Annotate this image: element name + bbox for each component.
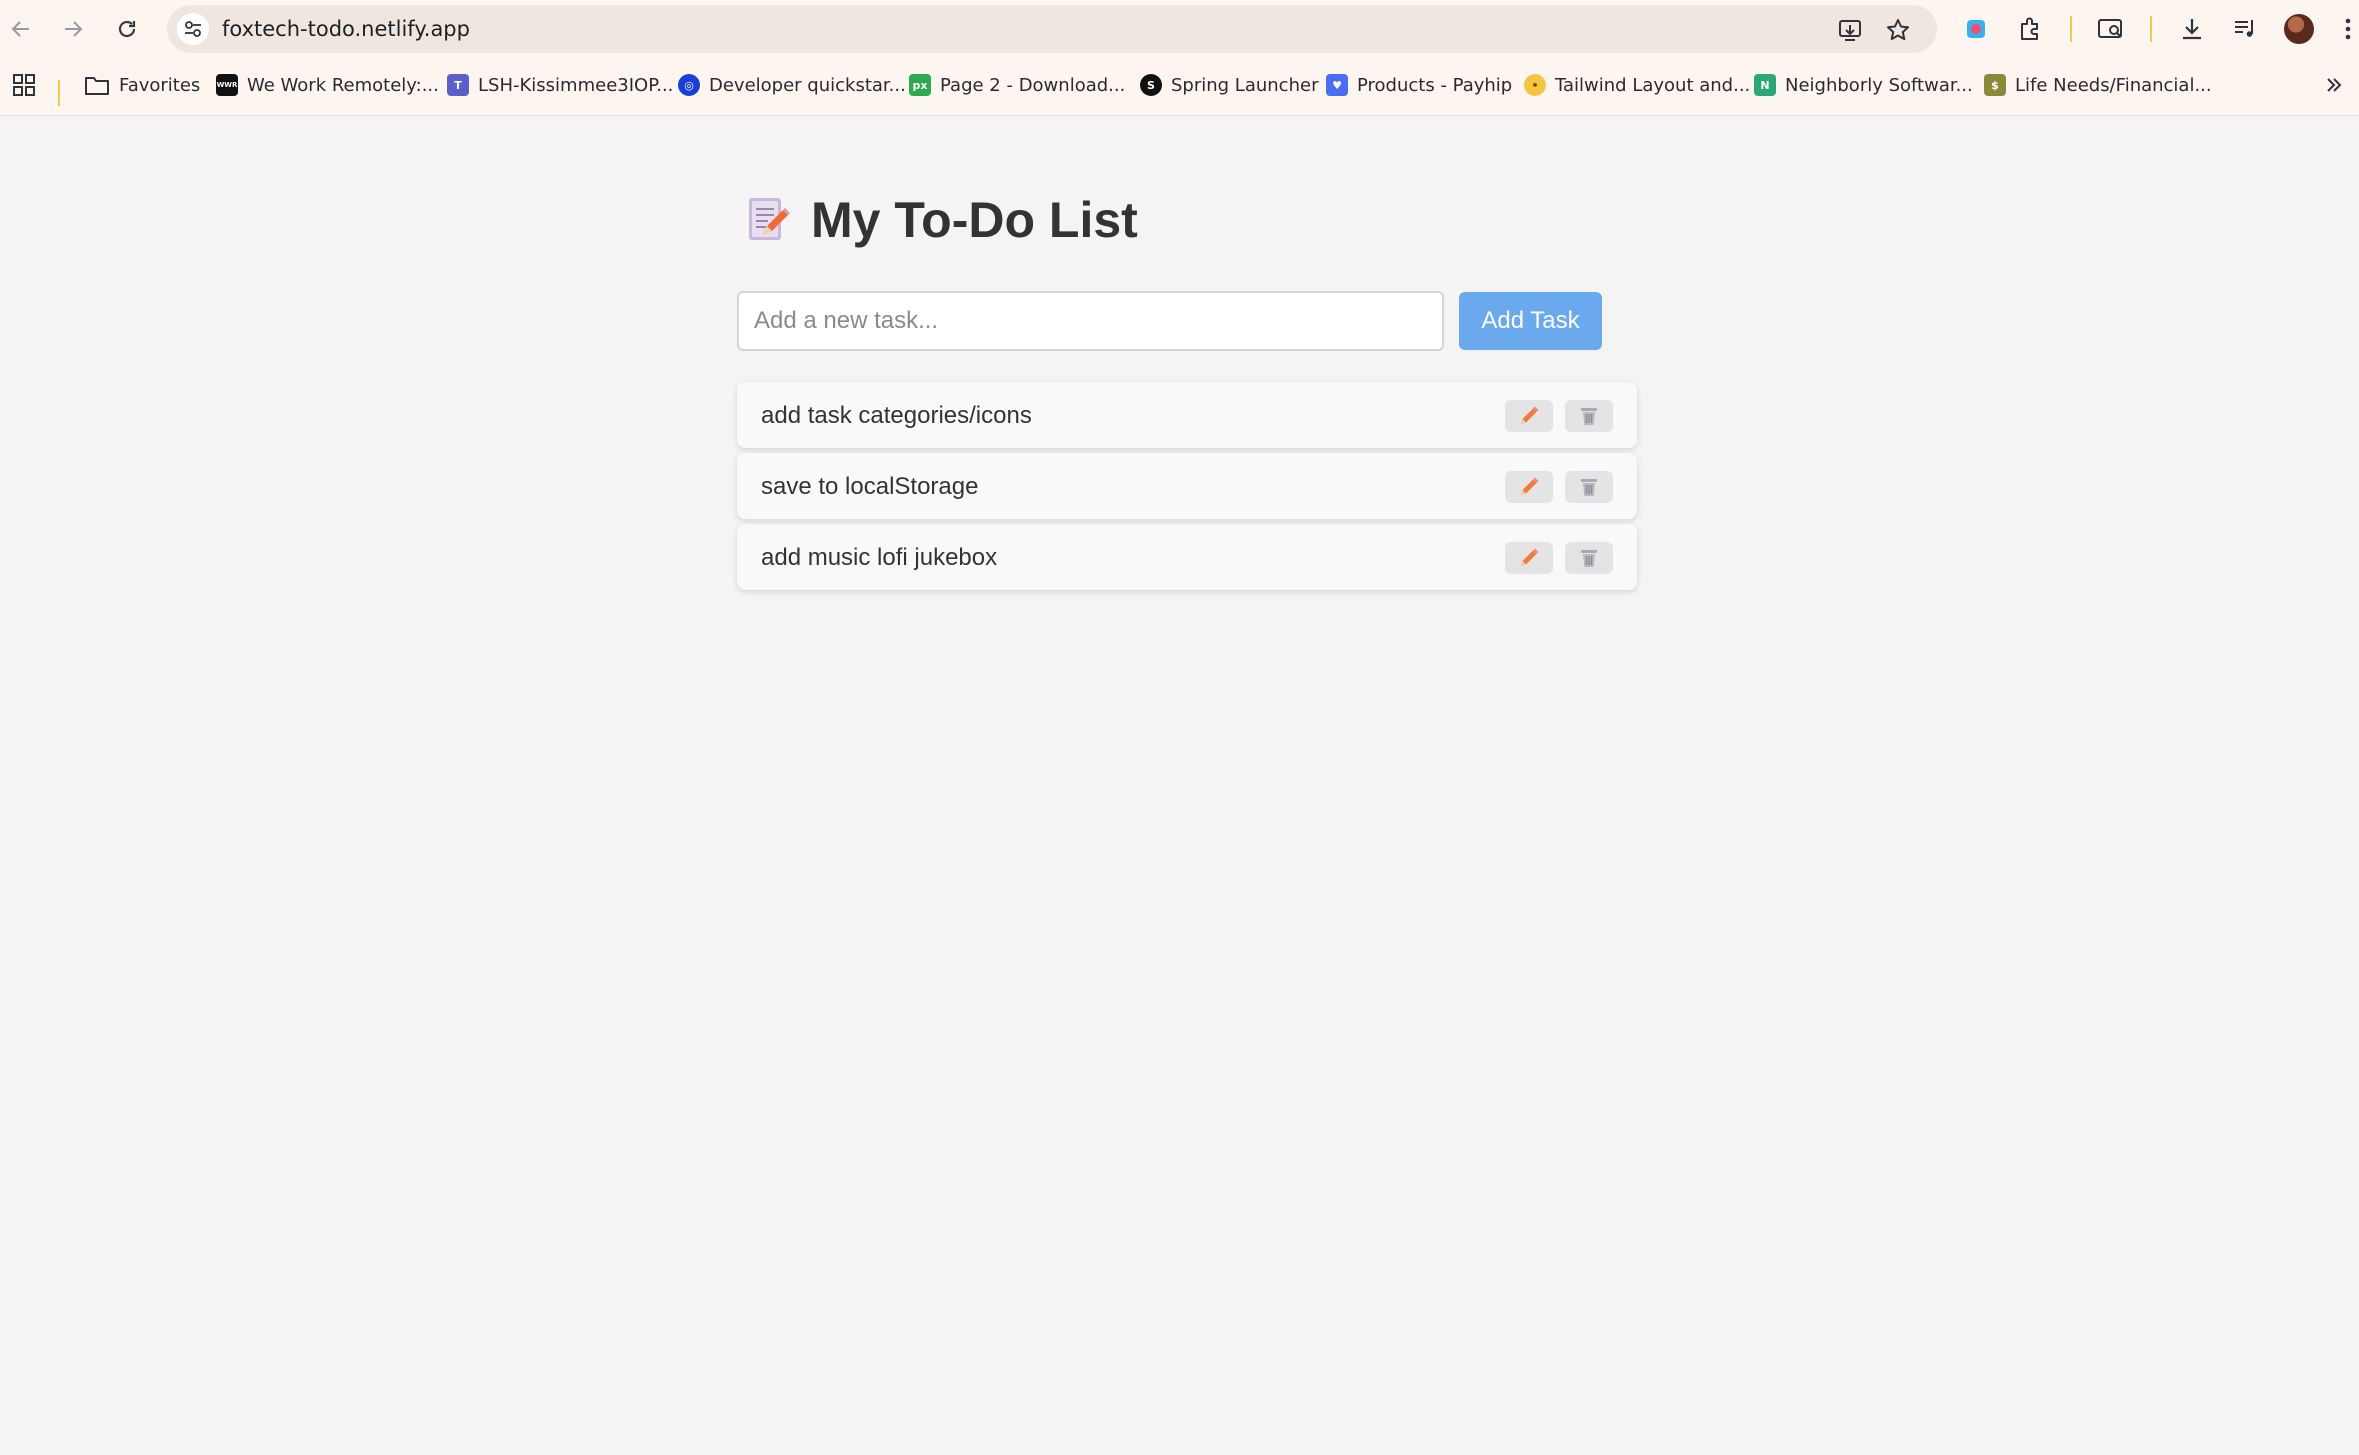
bookmark-label: Tailwind Layout and...: [1555, 74, 1751, 96]
toolbar-separator: [2150, 16, 2152, 42]
reload-button[interactable]: [109, 11, 145, 47]
bookmark-page-2-download[interactable]: px Page 2 - Download...: [909, 70, 1125, 100]
px-icon: px: [909, 74, 931, 96]
bookmark-lsh-kissimmee[interactable]: T LSH-Kissimmee3IOP...: [447, 70, 673, 100]
bookmark-we-work-remotely[interactable]: WWR We Work Remotely:...: [216, 70, 439, 100]
delete-task-button[interactable]: [1565, 400, 1613, 432]
bookmarks-bar: Favorites WWR We Work Remotely:... T LSH…: [0, 62, 2359, 108]
toolbar-separator: [2070, 16, 2072, 42]
edit-task-button[interactable]: [1505, 542, 1553, 574]
neighborly-icon: N: [1754, 74, 1776, 96]
media-controls-icon[interactable]: [2229, 13, 2261, 45]
bookmark-label: Favorites: [119, 74, 201, 96]
bookmark-label: Developer quickstar...: [709, 74, 906, 96]
browser-toolbar: foxtech-todo.netlify.app: [0, 0, 2359, 58]
teams-icon: T: [447, 74, 469, 96]
bookmark-neighborly-software[interactable]: N Neighborly Softwar...: [1754, 70, 1973, 100]
task-item: save to localStorage: [737, 453, 1637, 519]
memo-icon: [745, 195, 791, 245]
spring-icon: S: [1140, 74, 1162, 96]
task-item: add task categories/icons: [737, 382, 1637, 448]
add-task-button[interactable]: Add Task: [1459, 292, 1602, 350]
site-info-button[interactable]: [177, 13, 209, 45]
header: My To-Do List: [745, 190, 1138, 250]
bookmark-favorites[interactable]: Favorites: [84, 70, 200, 100]
extension-record-icon[interactable]: [1960, 13, 1992, 45]
pencil-icon: [1521, 477, 1539, 495]
pencil-icon: [1521, 406, 1539, 424]
downloads-icon[interactable]: [2176, 13, 2208, 45]
bookmark-label: Life Needs/Financial...: [2015, 74, 2212, 96]
forward-button[interactable]: [55, 11, 91, 47]
developer-icon: ◎: [678, 74, 700, 96]
bookmark-spring-launcher[interactable]: S Spring Launcher: [1140, 70, 1318, 100]
url-text[interactable]: foxtech-todo.netlify.app: [222, 17, 470, 41]
trash-icon: [1581, 479, 1597, 496]
bookmark-tailwind-layout[interactable]: • Tailwind Layout and...: [1524, 70, 1750, 100]
address-bar[interactable]: foxtech-todo.netlify.app: [167, 5, 1937, 53]
trash-icon: [1581, 550, 1597, 567]
tune-icon: [185, 21, 201, 37]
emoji-icon: •: [1524, 74, 1546, 96]
bookmark-products-payhip[interactable]: ♥ Products - Payhip: [1326, 70, 1512, 100]
bookmark-label: We Work Remotely:...: [247, 74, 439, 96]
bookmarks-overflow-button[interactable]: [2324, 70, 2344, 100]
browser-chrome: foxtech-todo.netlify.app Favorites WWR W…: [0, 0, 2359, 116]
trash-icon: [1581, 408, 1597, 425]
wwr-icon: WWR: [216, 74, 238, 96]
apps-grid-button[interactable]: [12, 70, 36, 100]
delete-task-button[interactable]: [1565, 471, 1613, 503]
apps-grid-icon: [13, 74, 35, 96]
task-text: add task categories/icons: [761, 402, 1032, 429]
bookmark-star-icon[interactable]: [1885, 17, 1911, 43]
task-text: add music lofi jukebox: [761, 544, 998, 571]
bookmark-label: Spring Launcher: [1171, 74, 1319, 96]
back-arrow-icon: [11, 21, 29, 37]
extensions-puzzle-icon[interactable]: [2014, 13, 2046, 45]
edit-task-button[interactable]: [1505, 400, 1553, 432]
financial-icon: $: [1984, 74, 2006, 96]
install-app-icon[interactable]: [1837, 17, 1863, 43]
payhip-icon: ♥: [1326, 74, 1348, 96]
bookmark-developer-quickstart[interactable]: ◎ Developer quickstar...: [678, 70, 906, 100]
bookmark-label: LSH-Kissimmee3IOP...: [478, 74, 674, 96]
tab-search-icon[interactable]: [2095, 13, 2127, 45]
delete-task-button[interactable]: [1565, 542, 1613, 574]
browser-menu-icon[interactable]: [2338, 13, 2358, 45]
double-chevron-right-icon: [2327, 78, 2342, 92]
profile-avatar[interactable]: [2284, 14, 2314, 44]
bookmark-life-needs-financial[interactable]: $ Life Needs/Financial...: [1984, 70, 2212, 100]
bookmark-label: Page 2 - Download...: [940, 74, 1126, 96]
bookmarks-separator: [58, 80, 60, 106]
folder-icon: [85, 77, 109, 95]
task-item: add music lofi jukebox: [737, 524, 1637, 590]
page-viewport: My To-Do List Add Task add task categori…: [0, 117, 2359, 1455]
bookmark-label: Neighborly Softwar...: [1785, 74, 1973, 96]
edit-task-button[interactable]: [1505, 471, 1553, 503]
back-button[interactable]: [3, 11, 39, 47]
reload-icon: [118, 20, 136, 38]
page-title: My To-Do List: [811, 192, 1138, 248]
task-text: save to localStorage: [761, 473, 979, 500]
bookmark-label: Products - Payhip: [1357, 74, 1513, 96]
forward-arrow-icon: [65, 21, 83, 37]
new-task-input[interactable]: [737, 291, 1444, 351]
pencil-icon: [1521, 548, 1539, 566]
